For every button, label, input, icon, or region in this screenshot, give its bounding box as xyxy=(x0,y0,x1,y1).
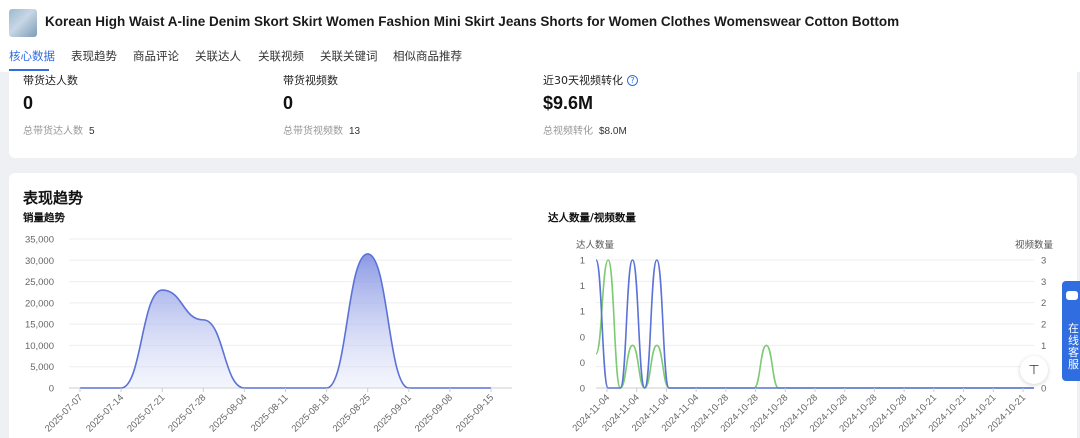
sales-chart-title: 销量趋势 xyxy=(23,212,65,224)
sales-area xyxy=(80,253,491,388)
back-to-top-icon[interactable]: ⊤ xyxy=(1020,356,1048,384)
tab-keywords[interactable]: 关联关键词 xyxy=(320,48,378,64)
y-tick-label: 25,000 xyxy=(25,277,54,288)
x-tick-label: 2025-08-25 xyxy=(331,392,373,434)
online-service-label: 在线客服 xyxy=(1068,322,1079,371)
y-right-tick-label: 3 xyxy=(1041,256,1046,267)
tab-similar-products[interactable]: 相似商品推荐 xyxy=(393,48,462,64)
metric-label: 近30天视频转化? xyxy=(543,72,638,88)
online-service-button[interactable]: 在线客服 xyxy=(1062,281,1080,381)
y-right-tick-label: 2 xyxy=(1041,298,1046,309)
section-title: 表现趋势 xyxy=(23,189,84,207)
metric-sub: 总带货达人数 5 xyxy=(23,122,95,137)
y-left-tick-label: 0 xyxy=(580,384,585,395)
tab-creators[interactable]: 关联达人 xyxy=(195,48,241,64)
y-tick-label: 30,000 xyxy=(25,256,54,267)
tab-reviews[interactable]: 商品评论 xyxy=(133,48,179,64)
x-tick-label: 2025-09-01 xyxy=(372,392,414,434)
sales-trend-chart[interactable]: 0 5,000 10,000 15,000 20,000 25,000 30,000 35,0… xyxy=(9,225,529,438)
x-tick-label: 2025-08-18 xyxy=(290,392,332,434)
metric-sub-value: 13 xyxy=(349,126,361,137)
y-left-tick-label: 0 xyxy=(580,358,585,369)
y-tick-label: 10,000 xyxy=(25,341,54,352)
y-right-tick-label: 0 xyxy=(1041,384,1046,395)
y-tick-label: 15,000 xyxy=(25,320,54,331)
y-left-tick-label: 1 xyxy=(580,256,585,267)
x-tick-label: 2025-07-21 xyxy=(125,392,167,434)
y-left-axis-label: 达人数量 xyxy=(576,239,615,251)
trend-card: 表现趋势 销量趋势 达人数量/视频数量 0 5,000 10,000 15,000 20… xyxy=(9,173,1077,438)
x-tick-label: 2025-08-11 xyxy=(249,392,291,434)
y-tick-label: 35,000 xyxy=(25,235,54,246)
x-tick-label: 2025-08-04 xyxy=(207,392,249,434)
metric-video-conversion: 近30天视频转化? $9.6M 总视频转化 $8.0M xyxy=(543,72,638,137)
y-right-tick-label: 1 xyxy=(1041,341,1046,352)
creators-chart-title: 达人数量/视频数量 xyxy=(548,212,636,224)
y-left-tick-label: 1 xyxy=(580,281,585,292)
question-circle-icon[interactable]: ? xyxy=(627,75,638,86)
tab-performance-trend[interactable]: 表现趋势 xyxy=(71,48,117,64)
metric-label: 带货达人数 xyxy=(23,74,78,87)
x-tick-label: 2025-07-28 xyxy=(166,392,208,434)
tab-bar: 核心数据 表现趋势 商品评论 关联达人 关联视频 关联关键词 相似商品推荐 xyxy=(0,45,1080,72)
chat-bubble-icon xyxy=(1066,291,1078,300)
metric-value: 0 xyxy=(23,93,34,113)
metric-sub: 总视频转化 $8.0M xyxy=(543,122,638,137)
y-tick-label: 5,000 xyxy=(30,362,54,373)
metric-sub-label: 总视频转化 xyxy=(543,126,593,137)
product-header: Korean High Waist A-line Denim Skort Ski… xyxy=(0,0,1080,72)
active-tab-indicator xyxy=(9,69,49,71)
y-right-axis-label: 视频数量 xyxy=(1015,239,1054,251)
metric-videos: 带货视频数 0 总带货视频数 13 xyxy=(283,72,360,137)
tab-videos[interactable]: 关联视频 xyxy=(258,48,304,64)
y-right-tick-label: 3 xyxy=(1041,277,1046,288)
metric-sub-value: 5 xyxy=(89,126,95,137)
metric-label-text: 近30天视频转化 xyxy=(543,74,623,87)
y-left-tick-label: 1 xyxy=(580,307,585,318)
x-tick-label: 2025-09-08 xyxy=(413,392,455,434)
tab-core-data[interactable]: 核心数据 xyxy=(9,48,55,64)
metric-sub: 总带货视频数 13 xyxy=(283,122,360,137)
metric-value: $9.6M xyxy=(543,93,594,113)
metric-sub-value: $8.0M xyxy=(599,126,627,137)
creators-videos-chart[interactable]: 达人数量视频数量00011101122332024-11-042024-11-0… xyxy=(529,225,1077,438)
y-tick-label: 0 xyxy=(49,384,54,395)
metric-sub-label: 总带货视频数 xyxy=(283,126,343,137)
x-tick-label: 2025-09-15 xyxy=(454,392,496,434)
y-right-tick-label: 2 xyxy=(1041,320,1046,331)
y-tick-label: 20,000 xyxy=(25,298,54,309)
metric-label: 带货视频数 xyxy=(283,74,338,87)
metric-sub-label: 总带货达人数 xyxy=(23,126,83,137)
product-title: Korean High Waist A-line Denim Skort Ski… xyxy=(45,14,900,29)
product-thumbnail[interactable] xyxy=(9,9,37,37)
core-metrics-card: 带货达人数 0 总带货达人数 5 带货视频数 0 总带货视频数 13 近30天视频转… xyxy=(9,72,1077,158)
x-tick-label: 2025-07-14 xyxy=(84,392,126,434)
y-left-tick-label: 0 xyxy=(580,332,585,343)
metric-value: 0 xyxy=(283,93,294,113)
metric-creators: 带货达人数 0 总带货达人数 5 xyxy=(23,72,95,137)
x-tick-label: 2025-07-07 xyxy=(43,392,85,434)
